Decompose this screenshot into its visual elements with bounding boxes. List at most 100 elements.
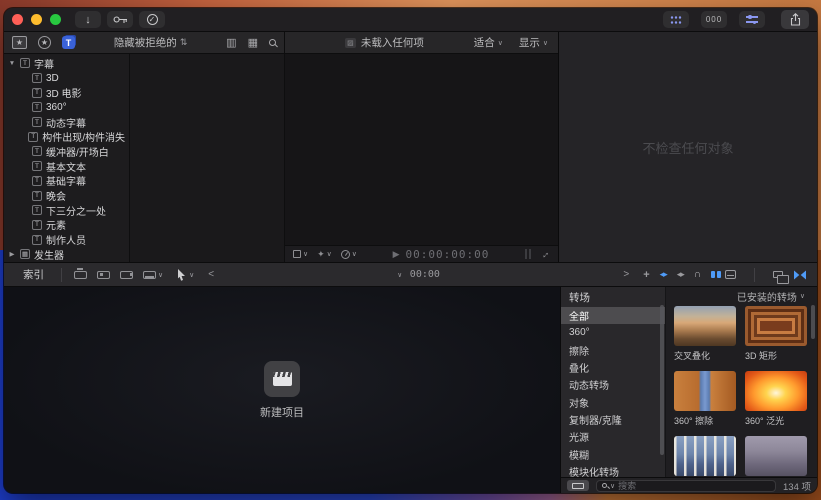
sidebar-item[interactable]: T 动态字幕: [4, 115, 129, 130]
timeline-toolbar: 索引 ∨ ∨ < ∨ 00:00 > + ◂: [4, 262, 817, 287]
audio-meters-icon[interactable]: [525, 249, 531, 259]
divider: [754, 268, 755, 282]
snapping-icon[interactable]: [711, 271, 715, 278]
transition-category-item[interactable]: 模块化转场: [561, 463, 665, 477]
crop-tool-dropdown[interactable]: ∨: [293, 250, 308, 258]
sidebar-item[interactable]: T 3D 电影: [4, 85, 129, 100]
sidebar-item[interactable]: T 晚会: [4, 188, 129, 203]
sidebar-toggle-button[interactable]: [567, 480, 589, 491]
keywords-button[interactable]: [107, 11, 133, 28]
transition-item[interactable]: 360° 泛光: [745, 371, 807, 427]
item-type-icon: T: [32, 73, 42, 83]
enhancements-dropdown[interactable]: ✦∨: [317, 249, 332, 260]
transition-category-item[interactable]: 动态转场: [561, 376, 665, 393]
category-label: 光源: [569, 429, 589, 444]
close-window-button[interactable]: [12, 14, 23, 25]
transition-category-item[interactable]: 叠化: [561, 359, 665, 376]
retime-dropdown[interactable]: ∨: [341, 250, 357, 259]
transition-item[interactable]: 360° 分割: [674, 436, 736, 477]
sidebar-item[interactable]: T 360°: [4, 100, 129, 115]
libraries-sidebar-icon[interactable]: ★: [12, 36, 27, 49]
new-project-label: 新建项目: [260, 404, 304, 420]
category-label: 对象: [569, 395, 589, 410]
tool-dropdown[interactable]: ∨: [177, 269, 194, 281]
transition-category-item[interactable]: 360°: [561, 324, 665, 341]
viewer-status-text: 未载入任何项: [361, 35, 424, 50]
sidebar-item[interactable]: T 构件出现/构件消失: [4, 129, 129, 144]
overwrite-edit-dropdown[interactable]: ∨: [143, 271, 163, 279]
clip-appearance-button[interactable]: [725, 270, 736, 279]
titles-generators-sidebar-icon[interactable]: T: [62, 36, 75, 49]
sidebar-item[interactable]: T 基础字幕: [4, 174, 129, 189]
installed-transitions-dropdown[interactable]: 已安装的转场 ∨: [666, 287, 817, 303]
connect-edit-icon[interactable]: [74, 271, 87, 279]
import-media-button[interactable]: ↓: [75, 11, 101, 28]
audio-skimming-icon[interactable]: ◂▸: [677, 269, 684, 280]
transition-category-item[interactable]: 全部: [561, 307, 665, 324]
sidebar-item[interactable]: T 元素: [4, 218, 129, 233]
sidebar-item-label: 下三分之一处: [46, 203, 106, 218]
next-item-button[interactable]: >: [623, 269, 629, 280]
retime-icon: [341, 250, 350, 259]
titlebar[interactable]: ↓ ✓ 000: [4, 8, 817, 32]
trim-icon[interactable]: +: [643, 269, 649, 281]
transition-category-item[interactable]: 对象: [561, 393, 665, 410]
transition-item[interactable]: 交叉叠化: [674, 306, 736, 362]
pane-headers: ★ ★ T 隐藏被拒绝的 ⇅ ▥ ▦: [4, 32, 558, 54]
effects-browser-button[interactable]: [773, 271, 783, 278]
clip-appearance-icon[interactable]: ▦: [248, 36, 258, 49]
sidebar-item[interactable]: T 3D: [4, 71, 129, 86]
sidebar-item[interactable]: T 基本文本: [4, 159, 129, 174]
filmstrip-view-icon[interactable]: ▥: [226, 36, 236, 49]
append-edit-icon[interactable]: [120, 271, 133, 279]
search-icon[interactable]: [269, 39, 276, 46]
transitions-browser-button[interactable]: [793, 270, 807, 280]
overwrite-edit-icon: [143, 271, 156, 279]
desktop-wallpaper: ↓ ✓ 000 ★: [0, 0, 821, 500]
viewer-canvas[interactable]: [285, 54, 558, 245]
clip-filter-dropdown[interactable]: 隐藏被拒绝的 ⇅: [114, 35, 188, 50]
minimize-window-button[interactable]: [31, 14, 42, 25]
transition-category-item[interactable]: 光源: [561, 428, 665, 445]
new-project-button[interactable]: 新建项目: [260, 361, 304, 420]
skimming-icon[interactable]: ◂▸: [660, 269, 667, 280]
background-tasks-button[interactable]: ✓: [139, 11, 165, 28]
sidebar-item[interactable]: T 下三分之一处: [4, 203, 129, 218]
insert-edit-icon[interactable]: [97, 271, 110, 279]
app-window: ↓ ✓ 000 ★: [4, 8, 817, 493]
play-button[interactable]: ▶: [393, 249, 400, 260]
disclosure-triangle-icon[interactable]: ▶: [8, 250, 16, 258]
share-button[interactable]: [781, 10, 809, 29]
sidebar-item[interactable]: T 制作人员: [4, 232, 129, 247]
disclosure-triangle-icon[interactable]: ▼: [8, 60, 16, 67]
item-type-icon: T: [32, 88, 42, 98]
category-label: 全部: [569, 308, 589, 323]
solo-icon[interactable]: ∩: [694, 269, 701, 280]
view-options-dropdown[interactable]: 显示 ∨: [519, 35, 548, 50]
transition-category-item[interactable]: 擦除: [561, 342, 665, 359]
search-input[interactable]: [618, 481, 770, 491]
timeline-history-chevron-icon[interactable]: ∨: [398, 271, 402, 279]
transition-item[interactable]: 360° 高斯模糊: [745, 436, 807, 477]
sidebar-item[interactable]: ▶ ▦ 发生器: [4, 247, 129, 262]
zoom-window-button[interactable]: [50, 14, 61, 25]
fullscreen-icon[interactable]: ↔: [538, 247, 553, 262]
browser-toggle-button[interactable]: [663, 11, 689, 28]
previous-item-button[interactable]: <: [208, 269, 214, 280]
scrollbar-thumb[interactable]: [811, 305, 815, 339]
transition-item[interactable]: 360° 擦除: [674, 371, 736, 427]
browser-pane[interactable]: [130, 54, 285, 262]
sidebar-item[interactable]: ▼ T 字幕: [4, 56, 129, 71]
sidebar-item[interactable]: T 缓冲器/开场白: [4, 144, 129, 159]
photos-audio-sidebar-icon[interactable]: ★: [38, 36, 51, 49]
inspector-toggle-button[interactable]: [739, 11, 765, 28]
index-button[interactable]: 索引: [14, 266, 53, 283]
transition-category-item[interactable]: 模糊: [561, 445, 665, 462]
timeline-toggle-button[interactable]: 000: [701, 11, 727, 28]
zoom-fit-dropdown[interactable]: 适合 ∨: [474, 35, 503, 50]
transition-category-item[interactable]: 复制器/克隆: [561, 411, 665, 428]
scrollbar-thumb[interactable]: [660, 305, 664, 455]
viewer-header: ▨ 未载入任何项 适合 ∨ 显示 ∨: [285, 32, 558, 53]
transition-item[interactable]: 3D 矩形: [745, 306, 807, 362]
transitions-search-field[interactable]: ∨: [596, 480, 776, 492]
